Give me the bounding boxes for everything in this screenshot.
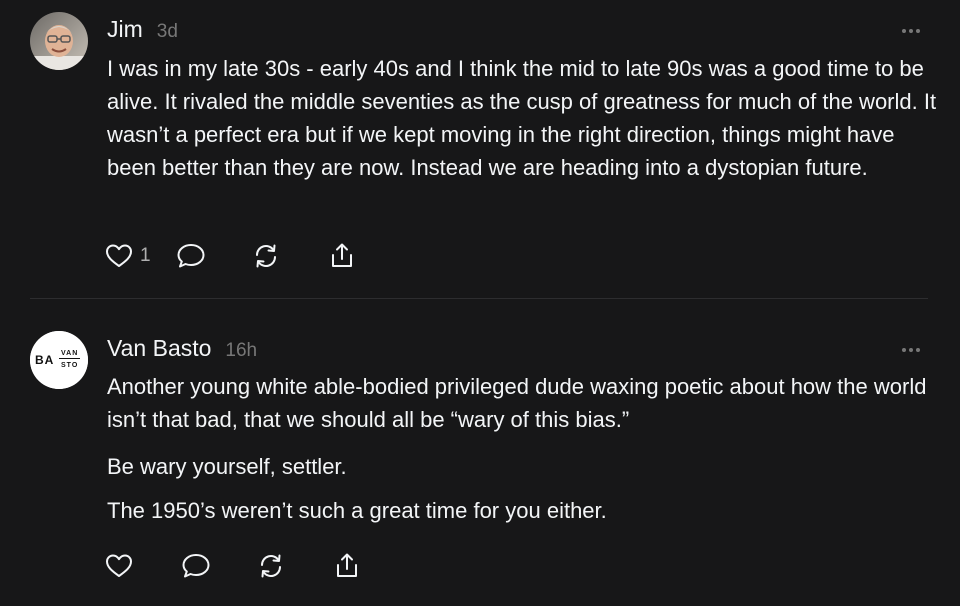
share-icon bbox=[337, 553, 357, 577]
avatar-text-sto: STO bbox=[61, 362, 78, 369]
post-text-paragraph: Another young white able-bodied privileg… bbox=[107, 374, 927, 432]
avatar-jim[interactable] bbox=[30, 12, 88, 70]
like-count: 1 bbox=[140, 245, 151, 266]
action-bar: 1 bbox=[104, 239, 357, 273]
reply-button[interactable] bbox=[175, 241, 207, 271]
author-name[interactable]: Van Basto bbox=[107, 335, 211, 362]
author-name[interactable]: Jim bbox=[107, 16, 143, 43]
avatar-text-van: VAN bbox=[61, 350, 78, 357]
repost-button[interactable] bbox=[251, 241, 281, 271]
post-text-paragraph: The 1950’s weren’t such a great time for… bbox=[107, 498, 607, 523]
repost-button[interactable] bbox=[256, 551, 286, 581]
post-header: Van Basto 16h bbox=[107, 335, 257, 362]
comment-bubble-icon bbox=[177, 244, 205, 268]
post-divider bbox=[30, 298, 928, 299]
like-button[interactable]: 1 bbox=[104, 241, 151, 271]
more-dots-icon[interactable] bbox=[900, 23, 922, 33]
basto-logo-icon: BA VAN STO bbox=[30, 331, 88, 389]
post-van-basto: BA VAN STO Van Basto 16h Another young w… bbox=[0, 300, 960, 606]
post-jim: Jim 3d I was in my late 30s - early 40s … bbox=[0, 0, 960, 298]
avatar-text-ba: BA bbox=[35, 353, 54, 367]
heart-icon bbox=[106, 244, 132, 267]
share-button[interactable] bbox=[327, 241, 357, 271]
repost-icon bbox=[255, 244, 276, 268]
post-text: I was in my late 30s - early 40s and I t… bbox=[107, 56, 937, 180]
post-time: 16h bbox=[225, 340, 258, 361]
more-dots-icon[interactable] bbox=[900, 342, 922, 352]
action-bar bbox=[104, 549, 362, 583]
avatar-van-basto[interactable]: BA VAN STO bbox=[30, 331, 88, 389]
reply-button[interactable] bbox=[180, 551, 212, 581]
post-text-paragraph: Be wary yourself, settler. bbox=[107, 454, 347, 479]
share-icon bbox=[331, 243, 352, 267]
like-button[interactable] bbox=[104, 551, 134, 581]
post-header: Jim 3d bbox=[107, 16, 178, 43]
repost-icon bbox=[260, 554, 282, 578]
share-button[interactable] bbox=[332, 551, 362, 581]
comment-bubble-icon bbox=[182, 554, 210, 578]
post-time: 3d bbox=[156, 21, 178, 42]
avatar-photo-icon bbox=[30, 12, 88, 70]
heart-icon bbox=[106, 554, 132, 577]
